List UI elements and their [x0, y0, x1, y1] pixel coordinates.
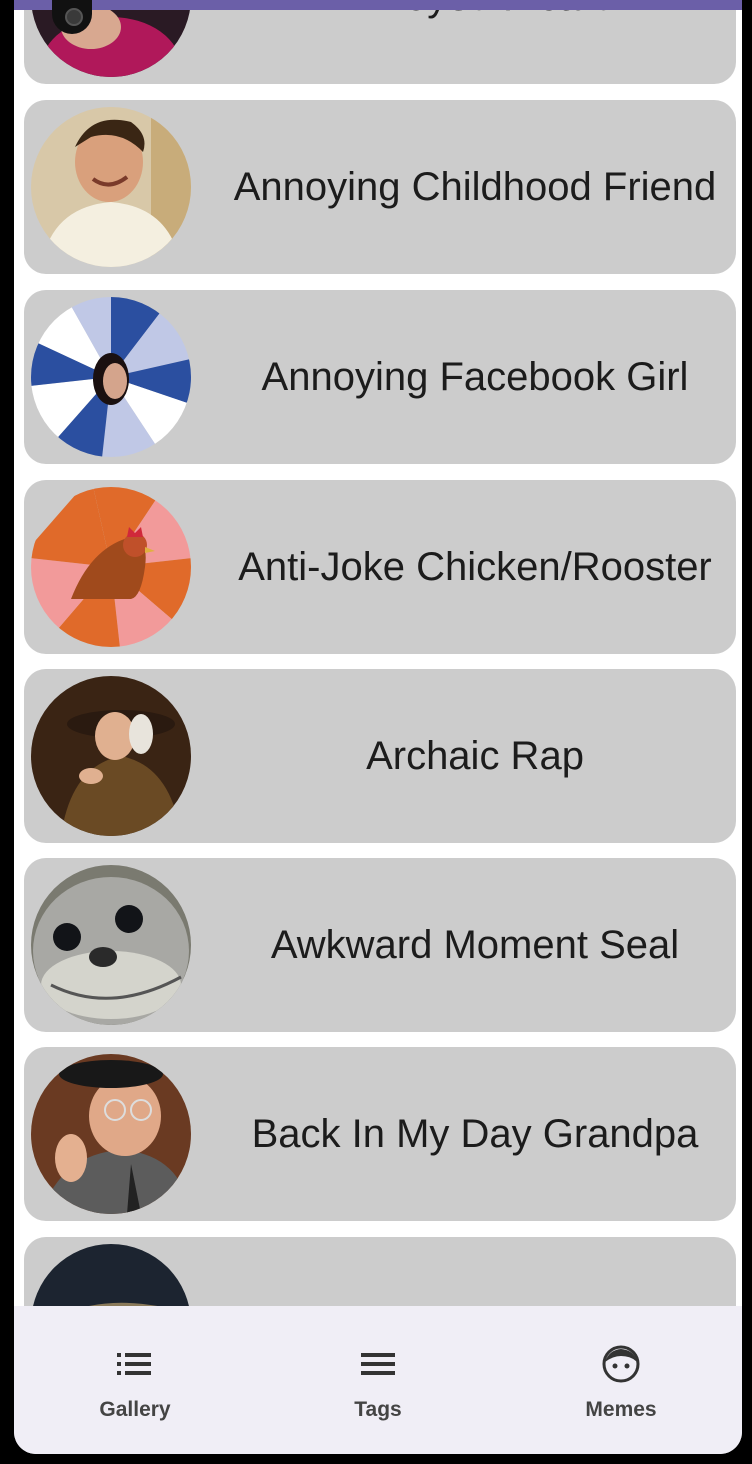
meme-card[interactable]: Anti-Joke Chicken/Rooster	[24, 480, 736, 654]
status-bar	[14, 0, 742, 10]
meme-list[interactable]: Annoyed Picard Annoying Childhood Friend	[14, 0, 742, 1306]
list-icon	[117, 1353, 151, 1375]
meme-title	[224, 1237, 726, 1306]
meme-avatar	[31, 1054, 191, 1214]
meme-title: Anti-Joke Chicken/Rooster	[238, 544, 712, 589]
meme-card[interactable]: Awkward Moment Seal	[24, 858, 736, 1032]
nav-memes-label: Memes	[585, 1398, 657, 1421]
nav-gallery-label: Gallery	[99, 1398, 171, 1421]
meme-card[interactable]	[24, 1237, 736, 1306]
app-screen: Annoyed Picard Annoying Childhood Friend	[14, 0, 742, 1454]
nav-memes[interactable]: Memes	[500, 1306, 742, 1454]
face-icon	[602, 1345, 640, 1383]
meme-title: Annoyed Picard	[224, 0, 726, 84]
meme-title: Archaic Rap	[366, 733, 584, 778]
meme-avatar	[31, 676, 191, 836]
meme-title: Back In My Day Grandpa	[251, 1111, 699, 1156]
meme-card[interactable]: Back In My Day Grandpa	[24, 1047, 736, 1221]
meme-avatar	[31, 865, 191, 1025]
bottom-navigation: Gallery Tags Memes	[14, 1306, 742, 1454]
meme-avatar	[31, 487, 191, 647]
meme-title: Annoying Facebook Girl	[261, 354, 689, 399]
meme-card[interactable]: Archaic Rap	[24, 669, 736, 843]
meme-avatar	[31, 297, 191, 457]
meme-card[interactable]: Annoying Facebook Girl	[24, 290, 736, 464]
meme-avatar	[31, 1244, 191, 1306]
meme-card[interactable]: Annoying Childhood Friend	[24, 100, 736, 274]
meme-card[interactable]: Annoyed Picard	[24, 0, 736, 84]
nav-gallery[interactable]: Gallery	[14, 1306, 256, 1454]
meme-avatar	[31, 107, 191, 267]
nav-tags-label: Tags	[354, 1398, 402, 1421]
nav-tags[interactable]: Tags	[257, 1306, 499, 1454]
meme-title: Awkward Moment Seal	[270, 922, 680, 967]
menu-icon	[361, 1353, 395, 1375]
meme-title: Annoying Childhood Friend	[233, 164, 717, 209]
